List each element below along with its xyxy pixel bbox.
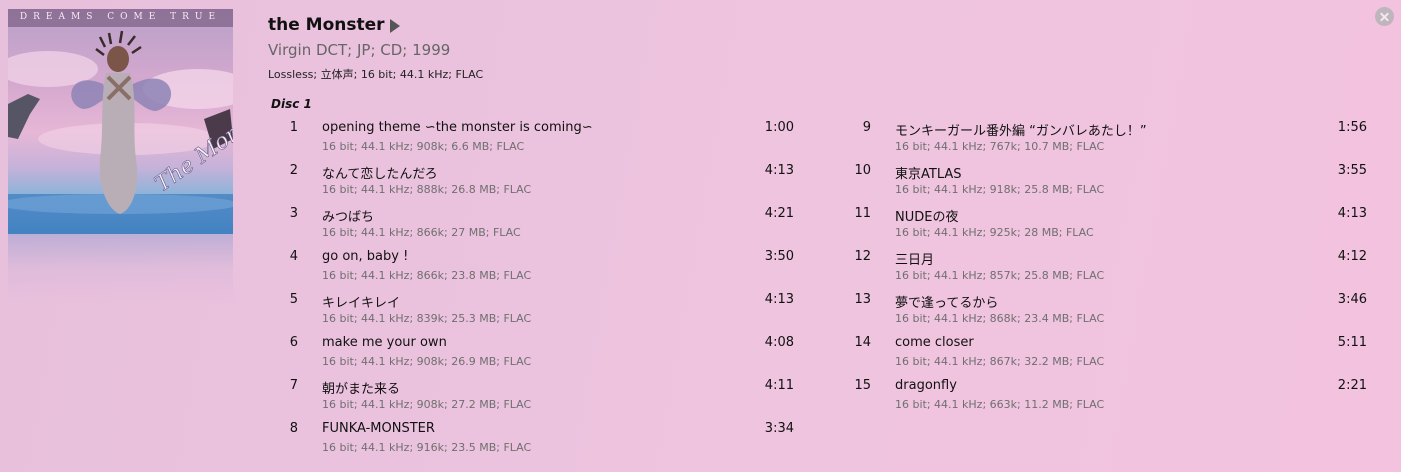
- track-row[interactable]: 3 みつばち 16 bit; 44.1 kHz; 866k; 27 MB; FL…: [270, 205, 800, 248]
- track-info: 16 bit; 44.1 kHz; 918k; 25.8 MB; FLAC: [895, 183, 1105, 196]
- track-number: 4: [289, 249, 298, 264]
- track-title: make me your own: [322, 335, 447, 350]
- track-info: 16 bit; 44.1 kHz; 916k; 23.5 MB; FLAC: [322, 441, 532, 454]
- track-title: opening theme ∽the monster is coming∽: [322, 120, 593, 135]
- track-number: 15: [854, 378, 871, 393]
- track-title: 朝がまた来る: [322, 382, 401, 397]
- track-row[interactable]: 12 三日月 16 bit; 44.1 kHz; 857k; 25.8 MB; …: [840, 248, 1375, 291]
- track-number: 1: [289, 120, 298, 135]
- track-number: 5: [289, 292, 298, 307]
- track-info: 16 bit; 44.1 kHz; 908k; 26.9 MB; FLAC: [322, 355, 532, 368]
- track-title: FUNKA-MONSTER: [322, 421, 435, 436]
- track-title: みつばち: [322, 210, 375, 225]
- track-number: 12: [854, 249, 871, 264]
- disc-label: Disc 1: [271, 97, 312, 111]
- track-row[interactable]: 5 キレイキレイ 16 bit; 44.1 kHz; 839k; 25.3 MB…: [270, 291, 800, 334]
- track-number: 14: [854, 335, 871, 350]
- track-number: 13: [854, 292, 871, 307]
- track-row[interactable]: 15 dragonfly 16 bit; 44.1 kHz; 663k; 11.…: [840, 377, 1375, 420]
- track-duration: 4:12: [1337, 249, 1367, 264]
- track-title: キレイキレイ: [322, 296, 401, 311]
- track-number: 9: [862, 120, 871, 135]
- album-format: Lossless; 立体声; 16 bit; 44.1 kHz; FLAC: [268, 68, 484, 81]
- track-row[interactable]: 11 NUDEの夜 16 bit; 44.1 kHz; 925k; 28 MB;…: [840, 205, 1375, 248]
- track-number: 10: [854, 163, 871, 178]
- track-number: 11: [854, 206, 871, 221]
- track-number: 2: [289, 163, 298, 178]
- track-duration: 1:56: [1337, 120, 1367, 135]
- track-title: 三日月: [895, 253, 935, 268]
- track-title: come closer: [895, 335, 974, 350]
- track-row[interactable]: 10 東京ATLAS 16 bit; 44.1 kHz; 918k; 25.8 …: [840, 162, 1375, 205]
- track-row[interactable]: 8 FUNKA-MONSTER 16 bit; 44.1 kHz; 916k; …: [270, 420, 800, 463]
- track-row[interactable]: 14 come closer 16 bit; 44.1 kHz; 867k; 3…: [840, 334, 1375, 377]
- track-row[interactable]: 6 make me your own 16 bit; 44.1 kHz; 908…: [270, 334, 800, 377]
- track-title: 夢で逢ってるから: [895, 296, 999, 311]
- track-number: 3: [289, 206, 298, 221]
- track-row[interactable]: 4 go on, baby ! 16 bit; 44.1 kHz; 866k; …: [270, 248, 800, 291]
- track-row[interactable]: 9 モンキーガール番外編 “ガンバレあたし！” 16 bit; 44.1 kHz…: [840, 119, 1375, 162]
- track-duration: 3:55: [1337, 163, 1367, 178]
- album-art[interactable]: The Monster DREAMS COME TRUE: [8, 9, 233, 234]
- track-title: 東京ATLAS: [895, 167, 962, 182]
- track-row[interactable]: 2 なんて恋したんだろ 16 bit; 44.1 kHz; 888k; 26.8…: [270, 162, 800, 205]
- track-info: 16 bit; 44.1 kHz; 867k; 32.2 MB; FLAC: [895, 355, 1105, 368]
- track-info: 16 bit; 44.1 kHz; 868k; 23.4 MB; FLAC: [895, 312, 1105, 325]
- track-number: 8: [289, 421, 298, 436]
- track-info: 16 bit; 44.1 kHz; 908k; 27.2 MB; FLAC: [322, 398, 532, 411]
- track-info: 16 bit; 44.1 kHz; 866k; 23.8 MB; FLAC: [322, 269, 532, 282]
- track-title: なんて恋したんだろ: [322, 167, 438, 182]
- track-title: NUDEの夜: [895, 210, 959, 225]
- track-info: 16 bit; 44.1 kHz; 767k; 10.7 MB; FLAC: [895, 140, 1105, 153]
- track-info: 16 bit; 44.1 kHz; 908k; 6.6 MB; FLAC: [322, 140, 525, 153]
- track-duration: 3:34: [764, 421, 794, 436]
- track-duration: 4:13: [764, 163, 794, 178]
- track-duration: 1:00: [764, 120, 794, 135]
- close-icon[interactable]: [1375, 7, 1394, 26]
- album-subtitle: Virgin DCT; JP; CD; 1999: [268, 41, 451, 59]
- track-info: 16 bit; 44.1 kHz; 925k; 28 MB; FLAC: [895, 226, 1094, 239]
- track-info: 16 bit; 44.1 kHz; 839k; 25.3 MB; FLAC: [322, 312, 532, 325]
- track-info: 16 bit; 44.1 kHz; 663k; 11.2 MB; FLAC: [895, 398, 1105, 411]
- track-duration: 4:13: [764, 292, 794, 307]
- play-icon[interactable]: [390, 19, 400, 33]
- track-title: go on, baby !: [322, 249, 409, 264]
- album-art-band-text: DREAMS COME TRUE: [19, 12, 222, 22]
- track-title: モンキーガール番外編 “ガンバレあたし！”: [895, 124, 1147, 139]
- track-duration: 2:21: [1337, 378, 1367, 393]
- track-duration: 3:46: [1337, 292, 1367, 307]
- track-list-right: 9 モンキーガール番外編 “ガンバレあたし！” 16 bit; 44.1 kHz…: [840, 119, 1375, 420]
- track-number: 7: [289, 378, 298, 393]
- track-duration: 4:21: [764, 206, 794, 221]
- track-row[interactable]: 7 朝がまた来る 16 bit; 44.1 kHz; 908k; 27.2 MB…: [270, 377, 800, 420]
- track-list-left: 1 opening theme ∽the monster is coming∽ …: [270, 119, 800, 463]
- track-info: 16 bit; 44.1 kHz; 888k; 26.8 MB; FLAC: [322, 183, 532, 196]
- track-duration: 3:50: [764, 249, 794, 264]
- track-duration: 4:08: [764, 335, 794, 350]
- album-art-reflection: [8, 234, 233, 304]
- album-art-image: The Monster: [8, 30, 233, 234]
- track-title: dragonfly: [895, 378, 957, 393]
- track-info: 16 bit; 44.1 kHz; 857k; 25.8 MB; FLAC: [895, 269, 1105, 282]
- track-number: 6: [289, 335, 298, 350]
- track-duration: 4:11: [764, 378, 794, 393]
- track-row[interactable]: 13 夢で逢ってるから 16 bit; 44.1 kHz; 868k; 23.4…: [840, 291, 1375, 334]
- track-duration: 5:11: [1337, 335, 1367, 350]
- track-duration: 4:13: [1337, 206, 1367, 221]
- album-title: the Monster: [268, 15, 385, 35]
- track-row[interactable]: 1 opening theme ∽the monster is coming∽ …: [270, 119, 800, 162]
- track-info: 16 bit; 44.1 kHz; 866k; 27 MB; FLAC: [322, 226, 521, 239]
